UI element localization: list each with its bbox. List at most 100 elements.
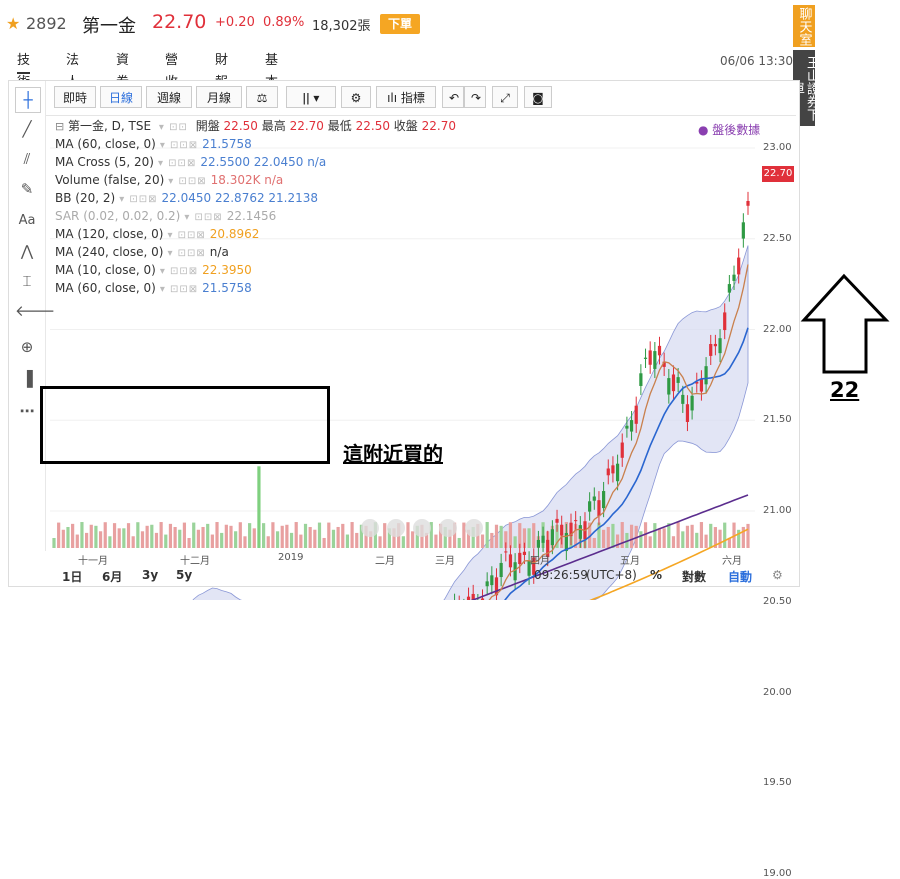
close-label: 收盤	[393, 119, 418, 133]
indicator-row[interactable]: SAR (0.02, 0.02, 0.2) ▾ ⊡⊡⊠ 22.1456	[55, 208, 456, 226]
indicator-value: 18.302K n/a	[210, 173, 284, 187]
volume-bar	[350, 522, 354, 548]
volume-bar	[695, 532, 699, 548]
candle-body	[727, 284, 731, 293]
volume-bar	[215, 522, 219, 548]
time-axis[interactable]: 十一月 十二月 2019 二月 三月 四月 五月 六月	[50, 552, 755, 568]
volume-bar	[257, 466, 261, 548]
indicator-controls-icon[interactable]: ▾ ⊡⊡⊠	[168, 173, 206, 190]
volume-bar	[457, 537, 461, 548]
volume-bar	[80, 522, 84, 548]
candle-body	[611, 465, 615, 474]
volume-bar	[103, 522, 107, 548]
candle-body	[634, 405, 638, 424]
volume-bar	[280, 525, 284, 548]
time-tick: 六月	[722, 556, 742, 567]
volume-bar	[746, 523, 750, 548]
volume-bar	[238, 522, 242, 548]
candle-body	[620, 442, 624, 458]
chart-settings-icon[interactable]: ⚙	[772, 568, 783, 582]
candle-body	[681, 394, 685, 404]
indicator-row[interactable]: MA Cross (5, 20) ▾ ⊡⊡⊠ 22.5500 22.0450 n/a	[55, 154, 456, 172]
range-6m-button[interactable]: 6月	[102, 568, 122, 585]
volume-bar	[639, 531, 643, 548]
candle-body	[713, 343, 717, 347]
volume-bar	[243, 536, 247, 548]
volume-bar	[187, 537, 191, 548]
reset-icon	[413, 519, 431, 537]
volume-bar	[718, 529, 722, 548]
volume-bar	[261, 523, 266, 548]
indicator-value: 21.5758	[202, 281, 252, 295]
indicator-row[interactable]: MA (240, close, 0) ▾ ⊡⊡⊠ n/a	[55, 244, 456, 262]
candle-body	[560, 524, 564, 536]
volume-bar	[676, 522, 680, 548]
indicator-value: 22.3950	[202, 263, 252, 277]
open-value: 22.50	[223, 119, 258, 133]
indicator-row[interactable]: MA (60, close, 0) ▾ ⊡⊡⊠ 21.5758	[55, 280, 456, 298]
volume-bar	[173, 527, 177, 548]
volume-bar	[168, 523, 173, 548]
annotation-text: 這附近買的	[343, 442, 443, 466]
indicator-row[interactable]: MA (60, close, 0) ▾ ⊡⊡⊠ 21.5758	[55, 136, 456, 154]
after-hours-data-link[interactable]: ● 盤後數據	[698, 121, 760, 138]
time-tick: 2019	[278, 552, 304, 563]
candle-body	[704, 366, 708, 385]
high-label: 最高	[261, 119, 286, 133]
volume-bar	[164, 534, 168, 548]
clock: 09:26:59	[534, 568, 588, 582]
volume-bar	[234, 531, 238, 548]
percent-scale-button[interactable]: %	[650, 568, 662, 582]
bottom-bar: 1日 6月 3y 5y 09:26:59 (UTC+8) % 對數 自動 ⚙	[50, 568, 795, 584]
indicator-controls-icon[interactable]: ▾ ⊡⊡⊠	[167, 227, 205, 244]
volume-bar	[271, 522, 275, 548]
volume-bar	[108, 536, 112, 548]
indicator-row[interactable]: MA (10, close, 0) ▾ ⊡⊡⊠ 22.3950	[55, 262, 456, 280]
indicator-controls-icon[interactable]: ▾ ⊡⊡⊠	[158, 155, 196, 172]
log-scale-button[interactable]: 對數	[682, 568, 706, 585]
auto-scale-button[interactable]: 自動	[728, 568, 752, 585]
price-tick: 21.50	[763, 414, 792, 426]
indicator-controls-icon[interactable]: ▾ ⊡⊡⊠	[167, 245, 205, 262]
volume-bar	[602, 529, 606, 548]
volume-bar	[685, 525, 690, 548]
collapse-icon[interactable]: ⊟	[55, 120, 64, 133]
range-1d-button[interactable]: 1日	[62, 568, 82, 585]
volume-bar	[122, 528, 126, 548]
volume-bar	[657, 528, 662, 548]
indicator-value: 20.8962	[209, 227, 260, 241]
indicator-controls-icon[interactable]: ▾ ⊡⊡⊠	[160, 263, 198, 280]
price-tick: 19.50	[763, 777, 792, 789]
indicator-row[interactable]: Volume (false, 20) ▾ ⊡⊡⊠ 18.302K n/a	[55, 172, 456, 190]
candle-body	[574, 520, 578, 522]
price-axis[interactable]: 23.00 22.50 22.00 21.50 21.00 20.50 20.00 19.50…	[755, 120, 799, 879]
high-value: 22.70	[289, 119, 324, 133]
candle-body	[671, 374, 676, 392]
indicator-controls-icon[interactable]: ▾ ⊡⊡⊠	[160, 137, 198, 154]
indicator-row[interactable]: MA (120, close, 0) ▾ ⊡⊡⊠ 20.8962	[55, 226, 456, 244]
series-controls-icon[interactable]: ▾ ⊡⊡	[159, 119, 188, 136]
volume-bar	[220, 532, 224, 548]
volume-bar	[611, 523, 615, 548]
indicator-controls-icon[interactable]: ▾ ⊡⊡⊠	[160, 281, 198, 298]
low-label: 最低	[327, 119, 352, 133]
volume-bar	[709, 523, 713, 548]
volume-bar	[71, 523, 75, 548]
indicator-row[interactable]: BB (20, 2) ▾ ⊡⊡⊠ 22.0450 22.8762 21.2138	[55, 190, 456, 208]
volume-bar	[327, 522, 331, 548]
volume-bar	[462, 522, 466, 548]
volume-bar	[355, 532, 359, 548]
volume-bar	[294, 522, 298, 548]
volume-bar	[681, 531, 685, 548]
indicator-controls-icon[interactable]: ▾ ⊡⊡⊠	[184, 209, 222, 226]
indicator-controls-icon[interactable]: ▾ ⊡⊡⊠	[119, 191, 157, 208]
volume-bar	[206, 523, 210, 548]
volume-bar	[671, 536, 676, 548]
volume-bar	[383, 523, 387, 548]
range-5y-button[interactable]: 5y	[176, 568, 192, 582]
candle-body	[653, 351, 657, 369]
time-tick: 三月	[435, 556, 455, 567]
volume-bar	[648, 536, 652, 548]
range-3y-button[interactable]: 3y	[142, 568, 158, 582]
volume-bar	[61, 529, 65, 548]
